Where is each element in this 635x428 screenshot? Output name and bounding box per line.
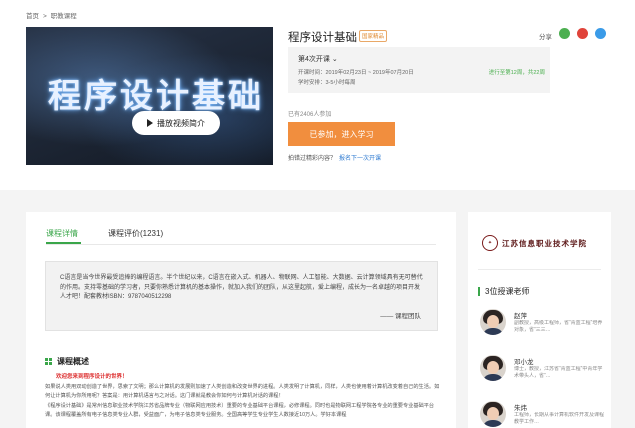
sidebar-divider bbox=[478, 269, 601, 270]
breadcrumb-current[interactable]: 职教课程 bbox=[51, 10, 77, 20]
teacher-name: 邓小龙 bbox=[514, 359, 534, 366]
course-progress: 进行至第12周，共22周 bbox=[488, 70, 545, 76]
overview-welcome: 欢迎您来到程序设计的世界！ bbox=[56, 374, 128, 380]
teacher-name: 朱炜 bbox=[514, 405, 527, 412]
course-cover-video[interactable]: 程序设计基础 播放视频简介 bbox=[26, 27, 273, 165]
grid-icon bbox=[45, 358, 52, 365]
overview-paragraph-2: 《程序设计基础》是常州信息职业技术学院江苏省品牌专业（物联网应用技术）重要的专业… bbox=[45, 403, 435, 418]
quote-signature: —— 课程团队 bbox=[380, 313, 421, 320]
study-hours: 学时安排：3-5小时每周 bbox=[298, 80, 356, 86]
term-info-box: 第4次开课 ⌄ 开课时间：2019年02月23日 ~ 2019年07月20日 学… bbox=[288, 47, 550, 93]
wechat-icon[interactable] bbox=[559, 28, 570, 39]
play-intro-label: 播放视频简介 bbox=[157, 118, 205, 128]
school-name: 江苏信息职业技术学院 bbox=[502, 238, 587, 248]
teachers-heading: 3位授课老师 bbox=[478, 286, 529, 297]
teacher-card[interactable]: 邓小龙 博士，教授，江苏省“青蓝工程”中青年学术带头人，省“… bbox=[480, 355, 605, 391]
course-detail-panel: 课程详情 课程评价(1231) C语言是当今世界最受追捧的编程语言。半个世纪以来… bbox=[26, 212, 456, 428]
heading-accent bbox=[478, 287, 480, 296]
share-label: 分享 bbox=[539, 34, 552, 41]
play-icon bbox=[147, 119, 153, 127]
breadcrumb-separator: > bbox=[43, 13, 47, 20]
qq-icon[interactable] bbox=[595, 28, 606, 39]
teacher-name: 赵萍 bbox=[514, 313, 527, 320]
term-label: 第4次开课 bbox=[298, 56, 330, 63]
course-quote: C语言是当今世界最受追捧的编程语言。半个世纪以来，C语言在嵌入式、机器人、物联网… bbox=[45, 261, 438, 331]
teacher-desc: 博士，教授，江苏省“青蓝工程”中青年学术带头人，省“… bbox=[514, 366, 603, 379]
teacher-avatar bbox=[480, 309, 506, 335]
breadcrumb-home[interactable]: 首页 bbox=[26, 10, 39, 20]
teacher-avatar bbox=[480, 355, 506, 381]
teacher-card[interactable]: 朱炜 工程师，长期从事计算机软件开发及课程教学工作… bbox=[480, 401, 605, 428]
teacher-card[interactable]: 赵萍 副教授，高级工程师，省“青蓝工程”培养对象，省“三三… bbox=[480, 309, 605, 345]
weibo-icon[interactable] bbox=[577, 28, 588, 39]
term-selector[interactable]: 第4次开课 ⌄ bbox=[298, 54, 338, 64]
teacher-desc: 副教授，高级工程师，省“青蓝工程”培养对象，省“三三… bbox=[514, 320, 603, 333]
tab-divider bbox=[46, 244, 436, 245]
missed-content: 拍错过精彩内容？ 报名下一次开课 bbox=[288, 153, 381, 162]
teacher-avatar bbox=[480, 401, 506, 427]
course-title: 程序设计基础 bbox=[288, 32, 357, 44]
play-intro-button[interactable]: 播放视频简介 bbox=[132, 111, 220, 135]
next-session-link[interactable]: 报名下一次开课 bbox=[339, 156, 381, 162]
sidebar-panel: ✦ 江苏信息职业技术学院 3位授课老师 赵萍 副教授，高级工程师，省“青蓝工程”… bbox=[468, 212, 611, 428]
quote-text: C语言是当今世界最受追捧的编程语言。半个世纪以来，C语言在嵌入式、机器人、物联网… bbox=[60, 275, 423, 300]
cover-title-art: 程序设计基础 bbox=[48, 76, 264, 115]
school-seal-icon: ✦ bbox=[482, 235, 498, 251]
overview-heading: 课程概述 bbox=[45, 356, 89, 367]
course-header-panel: 首页 > 职教课程 程序设计基础 播放视频简介 程序设计基础 国家精品 分享 第4次… bbox=[0, 0, 635, 190]
teacher-desc: 工程师，长期从事计算机软件开发及课程教学工作… bbox=[514, 412, 604, 425]
overview-paragraph-1: 如果说人类用双动创造了世界，思索了文明；那么计算机的发展则加速了人类创造和改变世… bbox=[45, 384, 440, 399]
chevron-down-icon: ⌄ bbox=[331, 56, 338, 63]
overview-title: 课程概述 bbox=[57, 357, 89, 366]
joined-count: 已有2406人参加 bbox=[288, 112, 332, 118]
breadcrumb: 首页 > 职教课程 bbox=[26, 10, 77, 20]
missed-text: 拍错过精彩内容？ bbox=[288, 156, 337, 162]
school-logo[interactable]: ✦ 江苏信息职业技术学院 bbox=[482, 228, 598, 258]
tab-course-review[interactable]: 课程评价(1231) bbox=[108, 228, 163, 239]
open-time: 开课时间：2019年02月23日 ~ 2019年07月20日 bbox=[298, 70, 414, 76]
quality-badge: 国家精品 bbox=[359, 30, 388, 42]
tab-course-detail[interactable]: 课程详情 bbox=[46, 228, 78, 239]
enter-study-button[interactable]: 已参加，进入学习 bbox=[288, 122, 395, 146]
teachers-heading-label: 3位授课老师 bbox=[485, 287, 530, 296]
